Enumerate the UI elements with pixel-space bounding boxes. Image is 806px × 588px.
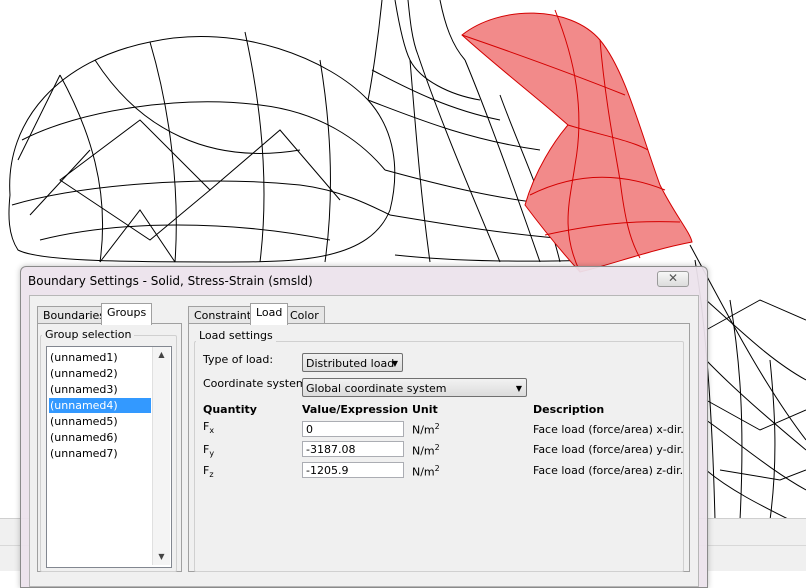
unit-fy: N/m2 bbox=[412, 443, 440, 458]
list-item[interactable]: (unnamed2) bbox=[49, 366, 151, 381]
column-quantity: Quantity bbox=[203, 403, 257, 416]
list-item[interactable]: (unnamed1) bbox=[49, 350, 151, 365]
quantity-fx: Fx bbox=[203, 420, 215, 436]
coordinate-system-label: Coordinate system: bbox=[203, 377, 311, 390]
unit-fx: N/m2 bbox=[412, 422, 440, 437]
list-item[interactable]: (unnamed6) bbox=[49, 430, 151, 445]
load-settings-label: Load settings bbox=[196, 329, 276, 342]
chevron-down-icon: ▼ bbox=[515, 384, 522, 393]
quantity-fy: Fy bbox=[203, 443, 215, 459]
type-of-load-label: Type of load: bbox=[203, 353, 274, 366]
list-scrollbar[interactable]: ▲ ▼ bbox=[152, 347, 170, 565]
scroll-up-icon[interactable]: ▲ bbox=[153, 347, 170, 363]
close-icon: ✕ bbox=[667, 271, 679, 285]
group-list[interactable]: (unnamed1) (unnamed2) (unnamed3) (unname… bbox=[46, 346, 172, 568]
tab-load[interactable]: Load bbox=[250, 303, 289, 325]
close-button[interactable]: ✕ bbox=[657, 271, 689, 287]
fx-value-input[interactable] bbox=[302, 421, 404, 437]
list-item[interactable]: (unnamed7) bbox=[49, 446, 151, 461]
selected-boundary-face bbox=[461, 12, 693, 273]
list-item[interactable]: (unnamed3) bbox=[49, 382, 151, 397]
column-value: Value/Expression bbox=[302, 403, 409, 416]
tab-groups[interactable]: Groups bbox=[101, 303, 153, 325]
group-selection-label: Group selection bbox=[42, 328, 135, 341]
column-description: Description bbox=[533, 403, 605, 416]
unit-fz: N/m2 bbox=[412, 464, 440, 479]
coordinate-system-dropdown[interactable]: Global coordinate system ▼ bbox=[302, 378, 527, 397]
list-item-selected[interactable]: (unnamed4) bbox=[49, 398, 151, 413]
description-fz: Face load (force/area) z-dir. bbox=[533, 464, 684, 477]
description-fy: Face load (force/area) y-dir. bbox=[533, 443, 684, 456]
scroll-down-icon[interactable]: ▼ bbox=[153, 549, 170, 565]
dialog-title: Boundary Settings - Solid, Stress-Strain… bbox=[28, 274, 313, 288]
fz-value-input[interactable] bbox=[302, 462, 404, 478]
description-fx: Face load (force/area) x-dir. bbox=[533, 423, 684, 436]
quantity-fz: Fz bbox=[203, 464, 214, 480]
type-of-load-dropdown[interactable]: Distributed load ▼ bbox=[302, 353, 403, 372]
list-item[interactable]: (unnamed5) bbox=[49, 414, 151, 429]
chevron-down-icon: ▼ bbox=[391, 359, 398, 368]
type-of-load-value: Distributed load bbox=[306, 357, 395, 370]
coordinate-system-value: Global coordinate system bbox=[306, 382, 447, 395]
column-unit: Unit bbox=[412, 403, 438, 416]
fy-value-input[interactable] bbox=[302, 441, 404, 457]
